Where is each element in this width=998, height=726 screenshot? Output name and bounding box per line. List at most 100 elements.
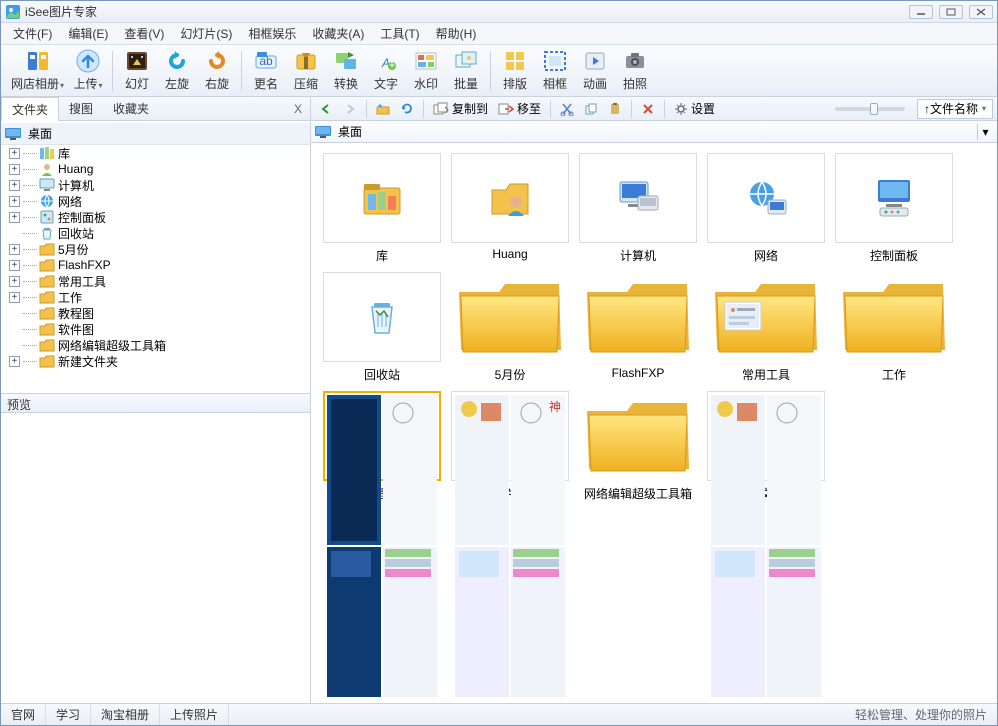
thumbnail-grid[interactable]: 库Huang计算机网络控制面板回收站5月份FlashFXP常用工具工作 教程图 … xyxy=(311,143,997,703)
folder-icon xyxy=(39,353,55,369)
grid-item[interactable]: 库 xyxy=(323,153,441,264)
rename-button[interactable]: ab 更名 xyxy=(246,47,286,95)
grid-item[interactable]: 常用工具 xyxy=(707,272,825,383)
album-icon xyxy=(26,49,50,73)
photoframe-icon xyxy=(543,49,567,73)
animation-button[interactable]: 动画 xyxy=(575,47,615,95)
status-tab-upload[interactable]: 上传照片 xyxy=(160,704,229,725)
move-to-button[interactable]: 移至 xyxy=(494,99,545,119)
paste-button[interactable] xyxy=(604,99,626,119)
close-button[interactable] xyxy=(969,5,993,19)
grid-item[interactable]: 控制面板 xyxy=(835,153,953,264)
desktop-icon xyxy=(315,124,331,140)
copy-button[interactable] xyxy=(580,99,602,119)
status-tab-taobao[interactable]: 淘宝相册 xyxy=(91,704,160,725)
grid-item[interactable]: FlashFXP xyxy=(579,272,697,383)
capture-button[interactable]: 拍照 xyxy=(615,47,655,95)
menu-view[interactable]: 查看(V) xyxy=(118,23,170,44)
nav-back-button[interactable] xyxy=(315,99,337,119)
maximize-button[interactable] xyxy=(939,5,963,19)
expand-icon[interactable]: + xyxy=(9,276,20,287)
tree-item[interactable]: + Huang xyxy=(7,161,310,177)
grid-item[interactable]: 新建文件夹 xyxy=(707,391,825,502)
grid-item[interactable]: 计算机 xyxy=(579,153,697,264)
menu-tools[interactable]: 工具(T) xyxy=(374,23,425,44)
tree-item[interactable]: 软件图 xyxy=(7,321,310,337)
tree-root[interactable]: 桌面 xyxy=(1,123,310,145)
tab-favorites[interactable]: 收藏夹 xyxy=(103,97,159,120)
expand-icon[interactable]: + xyxy=(9,148,20,159)
menu-favorites[interactable]: 收藏夹(A) xyxy=(306,23,370,44)
close-panel-button[interactable]: X xyxy=(294,102,302,116)
menu-slide[interactable]: 幻灯片(S) xyxy=(174,23,238,44)
sort-button[interactable]: ↑文件名称 ▾ xyxy=(917,99,993,119)
refresh-button[interactable] xyxy=(396,99,418,119)
tree-item[interactable]: + 工作 xyxy=(7,289,310,305)
grid-item-label: 网络 xyxy=(754,247,778,264)
delete-button[interactable] xyxy=(637,99,659,119)
grid-item[interactable]: 神 软件图 xyxy=(451,391,569,502)
grid-item[interactable]: 教程图 xyxy=(323,391,441,502)
tab-search[interactable]: 搜图 xyxy=(59,97,103,120)
expand-icon[interactable]: + xyxy=(9,212,20,223)
tree-item[interactable]: + 新建文件夹 xyxy=(7,353,310,369)
expand-icon[interactable]: + xyxy=(9,356,20,367)
menu-frame[interactable]: 相框娱乐 xyxy=(242,23,302,44)
nav-up-button[interactable] xyxy=(372,99,394,119)
breadcrumb-dropdown[interactable]: ▾ xyxy=(977,124,993,140)
expand-icon[interactable]: + xyxy=(9,260,20,271)
tree-item-label: 工作 xyxy=(58,289,82,306)
copy-to-button[interactable]: 复制到 xyxy=(429,99,492,119)
tree-item[interactable]: 网络编辑超级工具箱 xyxy=(7,337,310,353)
grid-item[interactable]: 回收站 xyxy=(323,272,441,383)
grid-item[interactable]: 5月份 xyxy=(451,272,569,383)
rotate-left-button[interactable]: 左旋 xyxy=(157,47,197,95)
expand-icon[interactable]: + xyxy=(9,164,20,175)
tree-item[interactable]: 教程图 xyxy=(7,305,310,321)
tree-item[interactable]: + 常用工具 xyxy=(7,273,310,289)
cut-button[interactable] xyxy=(556,99,578,119)
layout-button[interactable]: 排版 xyxy=(495,47,535,95)
tree-item[interactable]: + 库 xyxy=(7,145,310,161)
menu-edit[interactable]: 编辑(E) xyxy=(62,23,114,44)
upload-button[interactable]: 上传▾ xyxy=(68,47,108,95)
folder-tree[interactable]: 桌面 + 库 + Huang + 计算机 + 网络 + 控制面板 回收站 + 5… xyxy=(1,121,310,393)
camera-icon xyxy=(623,49,647,73)
grid-item[interactable]: Huang xyxy=(451,153,569,264)
batch-button[interactable]: 批量 xyxy=(446,47,486,95)
text-button[interactable]: A+ 文字 xyxy=(366,47,406,95)
minimize-button[interactable] xyxy=(909,5,933,19)
expand-icon[interactable]: + xyxy=(9,244,20,255)
grid-item[interactable]: 网络编辑超级工具箱 xyxy=(579,391,697,502)
tree-item[interactable]: + FlashFXP xyxy=(7,257,310,273)
folder-icon xyxy=(39,257,55,273)
expand-icon[interactable]: + xyxy=(9,196,20,207)
nav-forward-button[interactable] xyxy=(339,99,361,119)
grid-item[interactable]: 工作 xyxy=(835,272,953,383)
menu-file[interactable]: 文件(F) xyxy=(7,23,58,44)
expand-icon[interactable]: + xyxy=(9,180,20,191)
rotate-right-button[interactable]: 右旋 xyxy=(197,47,237,95)
slideshow-button[interactable]: 幻灯 xyxy=(117,47,157,95)
expand-icon[interactable]: + xyxy=(9,292,20,303)
menu-help[interactable]: 帮助(H) xyxy=(430,23,483,44)
compress-button[interactable]: 压缩 xyxy=(286,47,326,95)
breadcrumb-location[interactable]: 桌面 xyxy=(338,123,362,140)
watermark-button[interactable]: 水印 xyxy=(406,47,446,95)
tab-folders[interactable]: 文件夹 xyxy=(1,97,59,122)
album-button[interactable]: 网店相册▾ xyxy=(7,47,68,95)
tree-item[interactable]: + 计算机 xyxy=(7,177,310,193)
convert-button[interactable]: 转换 xyxy=(326,47,366,95)
status-tab-site[interactable]: 官网 xyxy=(1,704,46,725)
tree-item[interactable]: + 控制面板 xyxy=(7,209,310,225)
photoframe-button[interactable]: 相框 xyxy=(535,47,575,95)
tree-item[interactable]: 回收站 xyxy=(7,225,310,241)
settings-button[interactable]: 设置 xyxy=(670,99,719,119)
tree-item[interactable]: + 网络 xyxy=(7,193,310,209)
thumbnail-size-slider[interactable] xyxy=(835,107,905,111)
grid-item[interactable]: 网络 xyxy=(707,153,825,264)
tree-item-label: 5月份 xyxy=(58,241,89,258)
tree-item[interactable]: + 5月份 xyxy=(7,241,310,257)
status-tab-learn[interactable]: 学习 xyxy=(46,704,91,725)
rotate-left-icon xyxy=(165,49,189,73)
